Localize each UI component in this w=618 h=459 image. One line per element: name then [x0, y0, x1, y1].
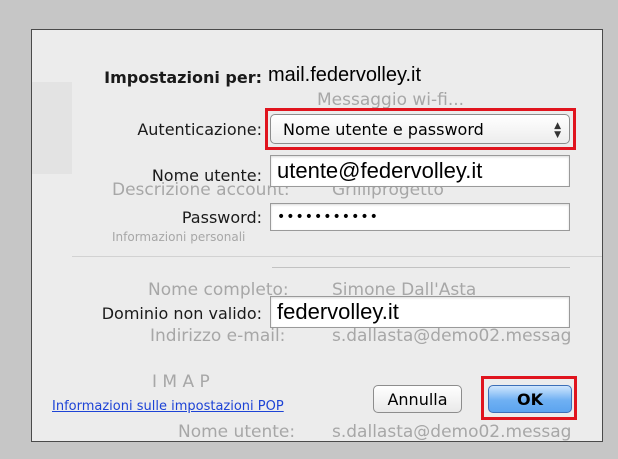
username-label: Nome utente:	[151, 166, 262, 185]
invalid-domain-label: Dominio non valido:	[101, 304, 262, 323]
ok-highlight-box	[481, 376, 577, 420]
background-full-name-label: Nome completo:	[148, 280, 289, 300]
background-incoming-label: I M A P	[152, 372, 210, 392]
separator-line	[272, 267, 570, 268]
settings-for-server: mail.federvolley.it	[268, 64, 422, 86]
background-username-label: Nome utente:	[178, 422, 296, 442]
pop-settings-help-link[interactable]: Informazioni sulle impostazioni POP	[52, 399, 284, 414]
settings-for-label: Impostazioni per:	[104, 68, 262, 87]
background-personal-info-label: Informazioni personali	[112, 230, 246, 244]
username-field[interactable]: utente@federvolley.it	[270, 155, 570, 187]
background-divider	[72, 256, 602, 257]
authentication-highlight-box	[265, 108, 576, 150]
authentication-label: Autenticazione:	[137, 120, 262, 139]
background-username-value: s.dallasta@demo02.messag	[332, 422, 572, 442]
background-sidebar	[32, 82, 72, 174]
background-message-header: Messaggio wi-fi...	[317, 90, 465, 110]
password-field[interactable]: •••••••••••	[270, 203, 570, 231]
background-email-label: Indirizzo e-mail:	[150, 326, 286, 346]
cancel-button[interactable]: Annulla	[373, 385, 462, 413]
background-email-value: s.dallasta@demo02.messag	[332, 326, 572, 346]
invalid-domain-field[interactable]: federvolley.it	[270, 296, 570, 328]
pop-settings-sheet: Messaggio wi-fi... Descrizione account: …	[31, 29, 603, 442]
password-label: Password:	[181, 208, 262, 227]
